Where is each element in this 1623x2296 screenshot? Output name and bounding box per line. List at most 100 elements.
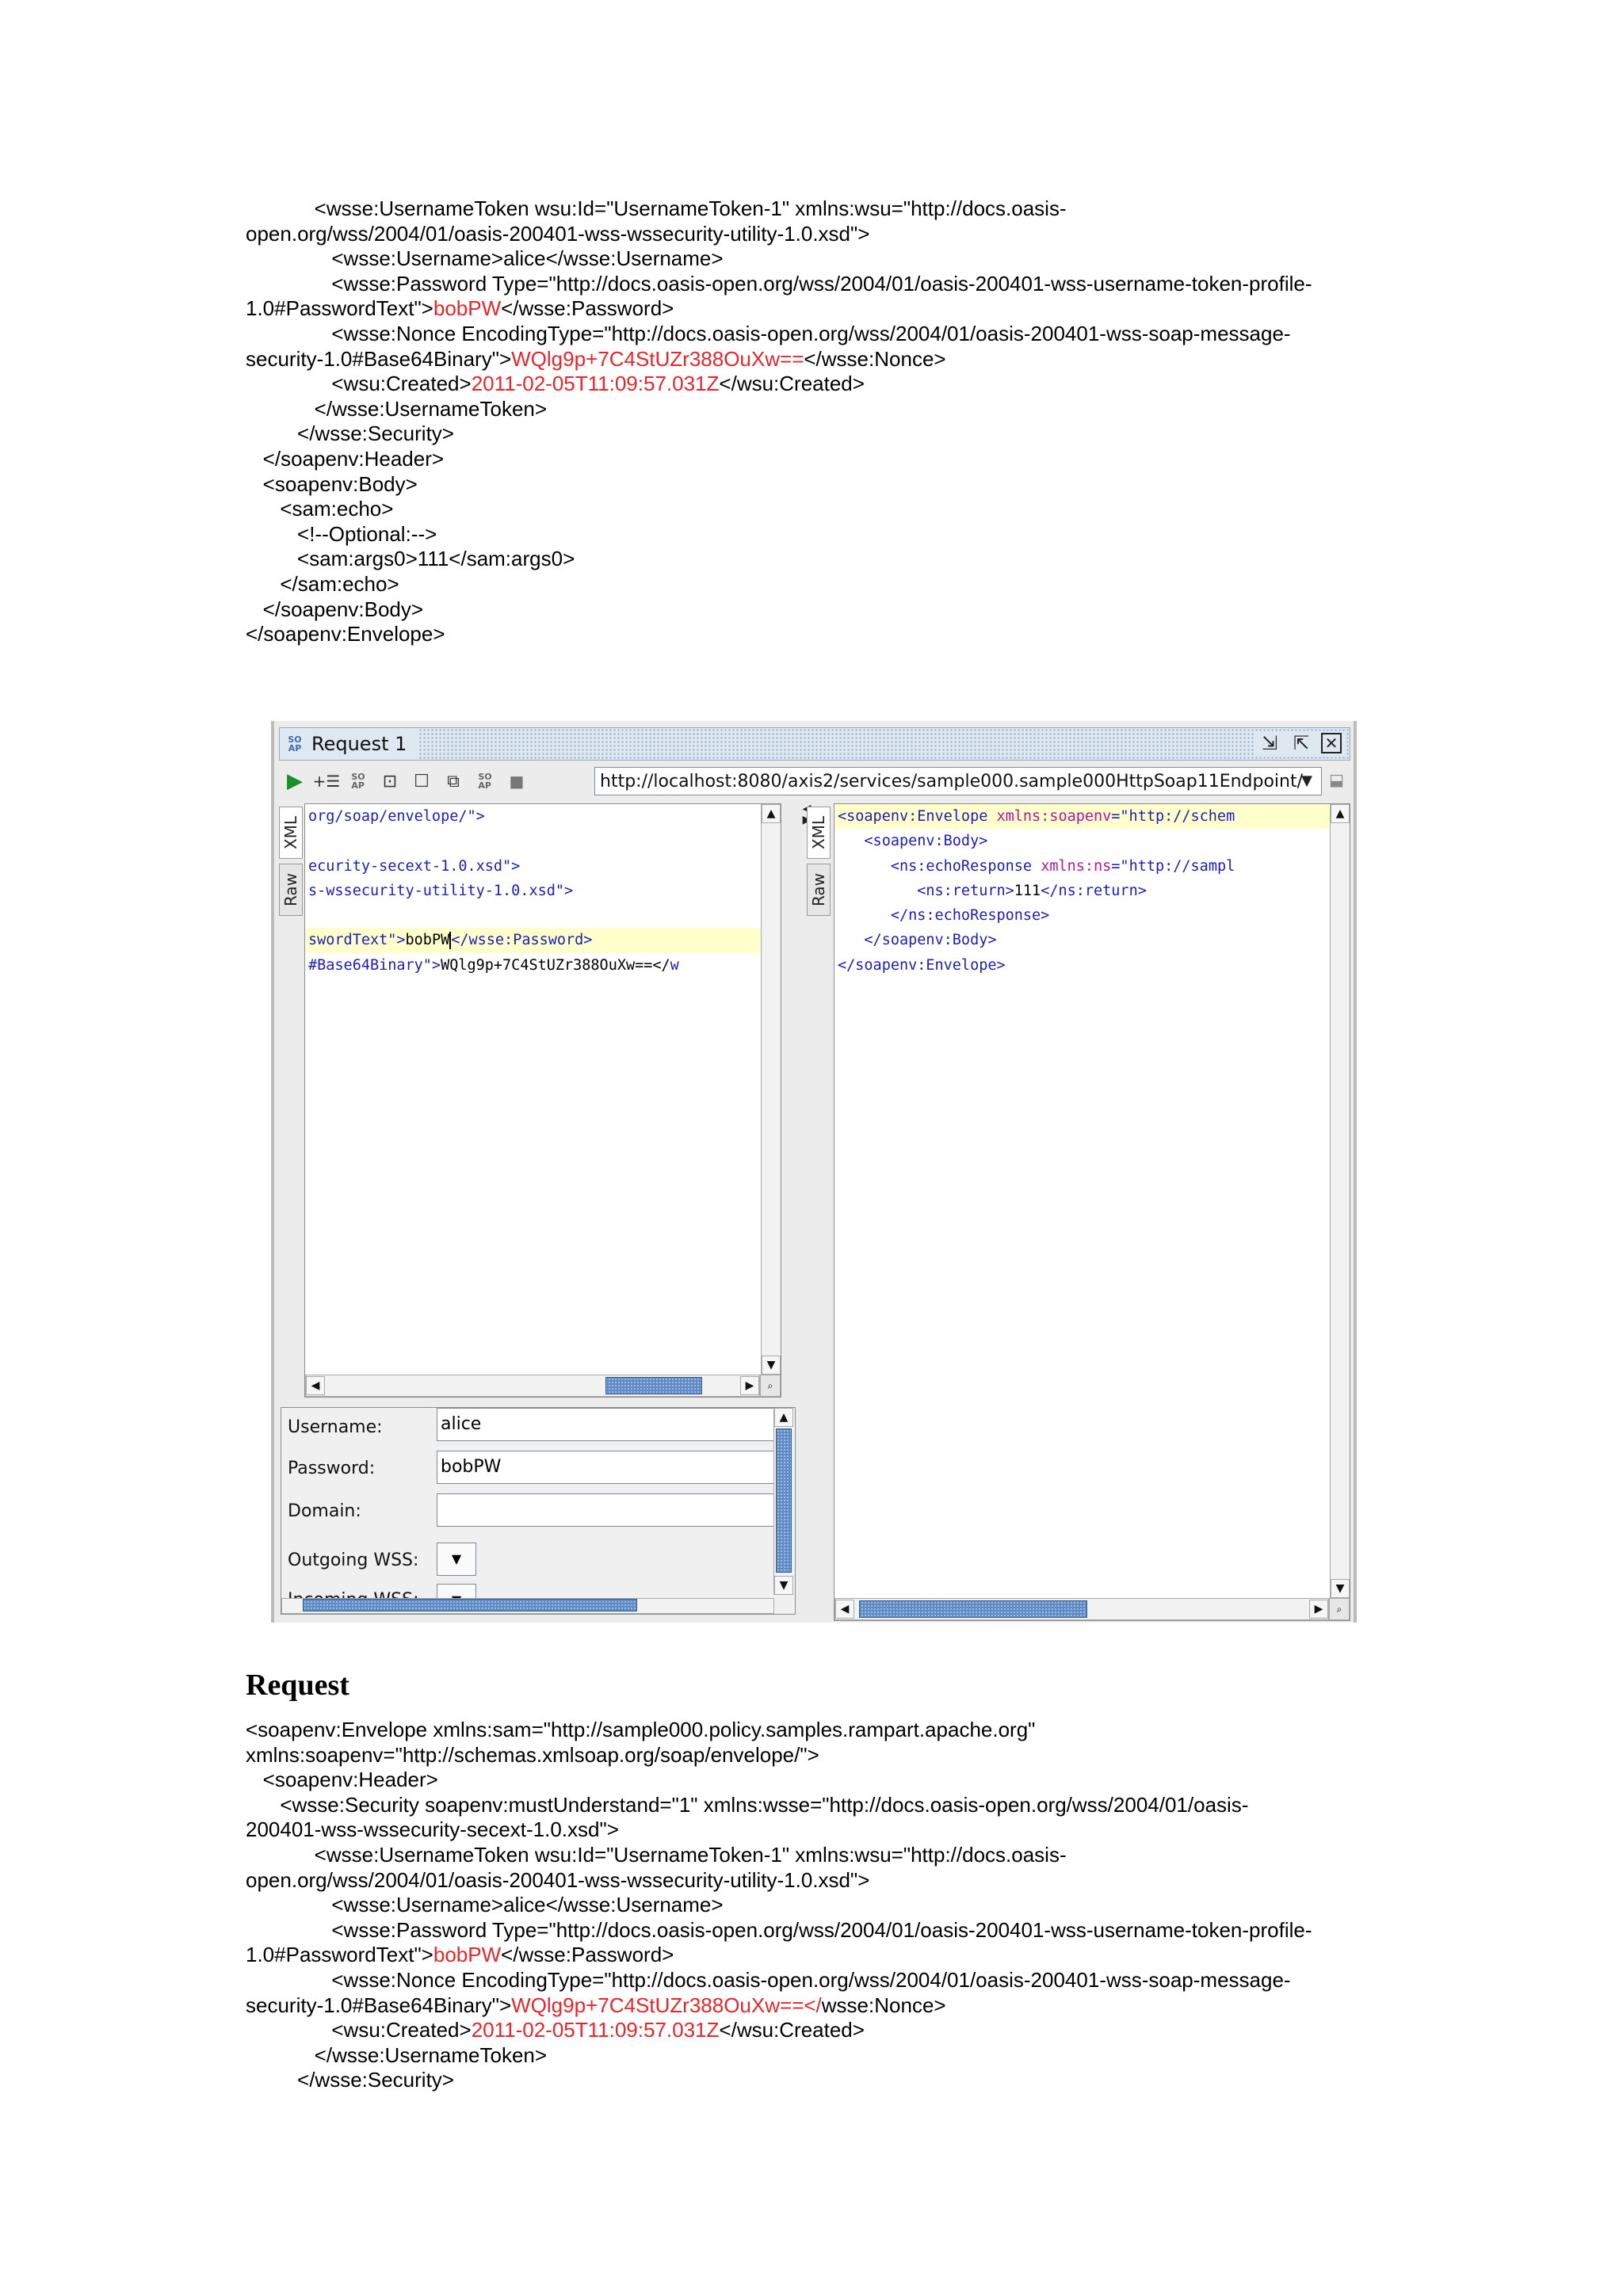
auth-properties-panel: Username: alice Password: bobPW Domain: … <box>281 1407 796 1615</box>
line-text: 1.0#PasswordText"> <box>246 1943 433 1967</box>
code-line: </soapenv:Envelope> <box>834 953 1329 978</box>
tabbed-pane-icon[interactable]: ⧉ <box>437 767 469 795</box>
line-text: <wsse:Username>alice</wsse:Username> <box>246 1893 724 1917</box>
code-token: </soapenv:Envelope> <box>838 956 1006 974</box>
scroll-up-arrow[interactable]: ▲ <box>1331 804 1350 823</box>
document-line: <wsse:UsernameToken wsu:Id="UsernameToke… <box>246 196 1312 222</box>
code-token: xmlns:ns <box>1041 857 1112 875</box>
line-text: wsse:Nonce> <box>821 1993 946 2017</box>
document-line: <wsse:Nonce EncodingType="http://docs.oa… <box>246 322 1312 347</box>
username-field[interactable]: alice <box>437 1408 777 1441</box>
scroll-down-arrow[interactable]: ▼ <box>762 1356 781 1375</box>
document-xml-continuation: <wsse:UsernameToken wsu:Id="UsernameToke… <box>246 196 1312 647</box>
tab-response-raw[interactable]: Raw <box>807 864 831 916</box>
scroll-down-arrow[interactable]: ▼ <box>1331 1579 1350 1598</box>
scrollbar-thumb[interactable] <box>776 1428 792 1573</box>
password-field[interactable]: bobPW <box>437 1451 777 1484</box>
line-text: <sam:args0>111</sam:args0> <box>246 547 575 571</box>
request-xml-code[interactable]: org/soap/envelope/"> ecurity-secext-1.0.x… <box>305 804 760 978</box>
request-vertical-scrollbar[interactable]: ▲ ▼ <box>761 804 781 1375</box>
wsdl-icon[interactable]: SO AP <box>342 767 374 795</box>
request-xml-listing: <soapenv:Envelope xmlns:sam="http://samp… <box>246 1718 1312 2093</box>
scroll-up-arrow[interactable]: ▲ <box>762 804 781 823</box>
response-editor[interactable]: <soapenv:Envelope xmlns:soapenv="http://… <box>834 803 1350 1621</box>
tab-request-xml[interactable]: XML <box>279 807 303 859</box>
code-line: #Base64Binary">WQlg9p+7C4StUZr388OuXw==<… <box>305 953 760 978</box>
stop-icon[interactable]: ■ <box>501 767 533 795</box>
code-token: <soapenv:Body> <box>838 833 988 850</box>
line-text: <soapenv:Header> <box>246 1768 438 1792</box>
close-icon[interactable]: ✕ <box>1321 733 1342 753</box>
document-line: </wsse:Security> <box>246 421 1312 447</box>
fit-icon[interactable]: ⊡ <box>374 767 406 795</box>
document-line: 200401-wss-wssecurity-secext-1.0.xsd"> <box>246 1817 1312 1843</box>
response-vertical-scrollbar[interactable]: ▲ ▼ <box>1330 804 1350 1598</box>
code-token: </soapenv:Body> <box>838 932 997 949</box>
window-right-border <box>1354 721 1357 1623</box>
line-text: <wsu:Created> <box>246 2018 472 2042</box>
code-line: <soapenv:Body> <box>834 829 1329 853</box>
tab-response-xml[interactable]: XML <box>807 807 831 859</box>
props-horizontal-scrollbar[interactable] <box>281 1598 774 1614</box>
document-line: <wsu:Created>2011-02-05T11:09:57.031Z</w… <box>246 2018 1312 2043</box>
code-token: ecurity-secext-1.0.xsd"> <box>308 857 521 875</box>
scroll-right-arrow[interactable]: ▶ <box>1309 1600 1328 1619</box>
document-line: </soapenv:Body> <box>246 597 1312 623</box>
line-text: 200401-wss-wssecurity-secext-1.0.xsd"> <box>246 1817 619 1842</box>
line-text: <wsse:UsernameToken wsu:Id="UsernameToke… <box>246 1842 1067 1867</box>
code-line: <soapenv:Envelope xmlns:soapenv="http://… <box>834 804 1329 830</box>
scroll-left-arrow[interactable]: ◀ <box>306 1376 325 1395</box>
request-editor[interactable]: org/soap/envelope/"> ecurity-secext-1.0.x… <box>304 803 781 1398</box>
zoom-icon[interactable]: ⌕ <box>1329 1598 1350 1620</box>
pane-splitter[interactable]: ◀ ▶ <box>799 803 815 1619</box>
endpoint-url-field[interactable]: http://localhost:8080/axis2/services/sam… <box>594 767 1322 795</box>
document-line: security-1.0#Base64Binary">WQlg9p+7C4StU… <box>246 347 1312 372</box>
scrollbar-thumb[interactable] <box>605 1377 702 1394</box>
line-text: </soapenv:Header> <box>246 446 445 471</box>
document-line: 1.0#PasswordText">bobPW</wsse:Password> <box>246 296 1312 322</box>
line-text: </wsse:Password> <box>501 1943 674 1967</box>
scroll-left-arrow[interactable]: ◀ <box>835 1600 854 1619</box>
soap-icon: SO AP <box>288 734 302 753</box>
line-text: </wsse:UsernameToken> <box>246 2042 548 2067</box>
document-line: <wsse:Password Type="http://docs.oasis-o… <box>246 1918 1312 1943</box>
document-line: <soapenv:Body> <box>246 472 1312 498</box>
tab-request-raw[interactable]: Raw <box>279 864 303 916</box>
edit-endpoint-icon[interactable]: ⬓ <box>1329 770 1344 789</box>
request-view-tabs: XML Raw <box>279 807 303 921</box>
scrollbar-thumb[interactable] <box>859 1600 1087 1618</box>
document-line: <wsse:Password Type="http://docs.oasis-o… <box>246 272 1312 297</box>
line-text: open.org/wss/2004/01/oasis-200401-wss-ws… <box>246 221 870 246</box>
props-vertical-scrollbar[interactable]: ▲ ▼ <box>773 1408 795 1595</box>
highlighted-value: WQlg9p+7C4StUZr388OuXw==</ <box>511 1993 822 2017</box>
scroll-right-arrow[interactable]: ▶ <box>740 1376 759 1395</box>
document-line: </sam:echo> <box>246 572 1312 597</box>
zoom-icon[interactable]: ⌕ <box>760 1375 781 1397</box>
scrollbar-thumb[interactable] <box>303 1599 637 1611</box>
domain-field[interactable] <box>437 1493 777 1527</box>
line-text: </wsse:UsernameToken> <box>246 396 548 421</box>
chevron-down-icon[interactable]: ▼ <box>1293 768 1321 795</box>
scroll-down-arrow[interactable]: ▼ <box>774 1576 793 1595</box>
document-line: </wsse:UsernameToken> <box>246 2043 1312 2069</box>
line-text: security-1.0#Base64Binary"> <box>246 1993 512 2017</box>
response-xml-code[interactable]: <soapenv:Envelope xmlns:soapenv="http://… <box>834 804 1329 978</box>
outgoing-wss-dropdown[interactable]: ▼ <box>437 1543 476 1576</box>
code-token: swordText"> <box>308 932 406 949</box>
line-text: <wsu:Created> <box>246 372 472 396</box>
scroll-up-arrow[interactable]: ▲ <box>774 1408 793 1427</box>
play-icon[interactable]: ▶ <box>279 767 311 795</box>
line-text: <wsse:UsernameToken wsu:Id="UsernameToke… <box>246 196 1067 220</box>
dock-icon[interactable]: ⇲ <box>1258 731 1281 755</box>
request-horizontal-scrollbar[interactable]: ◀ ▶ <box>305 1375 760 1397</box>
single-pane-icon[interactable]: ☐ <box>406 767 437 795</box>
undock-icon[interactable]: ⇱ <box>1289 731 1313 755</box>
line-text: </sam:echo> <box>246 571 399 596</box>
add-step-icon[interactable]: +☰ <box>311 767 342 795</box>
highlighted-value: 2011-02-05T11:09:57.031Z <box>471 2018 720 2042</box>
wsdl-secondary-icon[interactable]: SO AP <box>469 767 501 795</box>
highlighted-value: bobPW <box>433 1943 502 1967</box>
response-horizontal-scrollbar[interactable]: ◀ ▶ <box>834 1598 1329 1620</box>
